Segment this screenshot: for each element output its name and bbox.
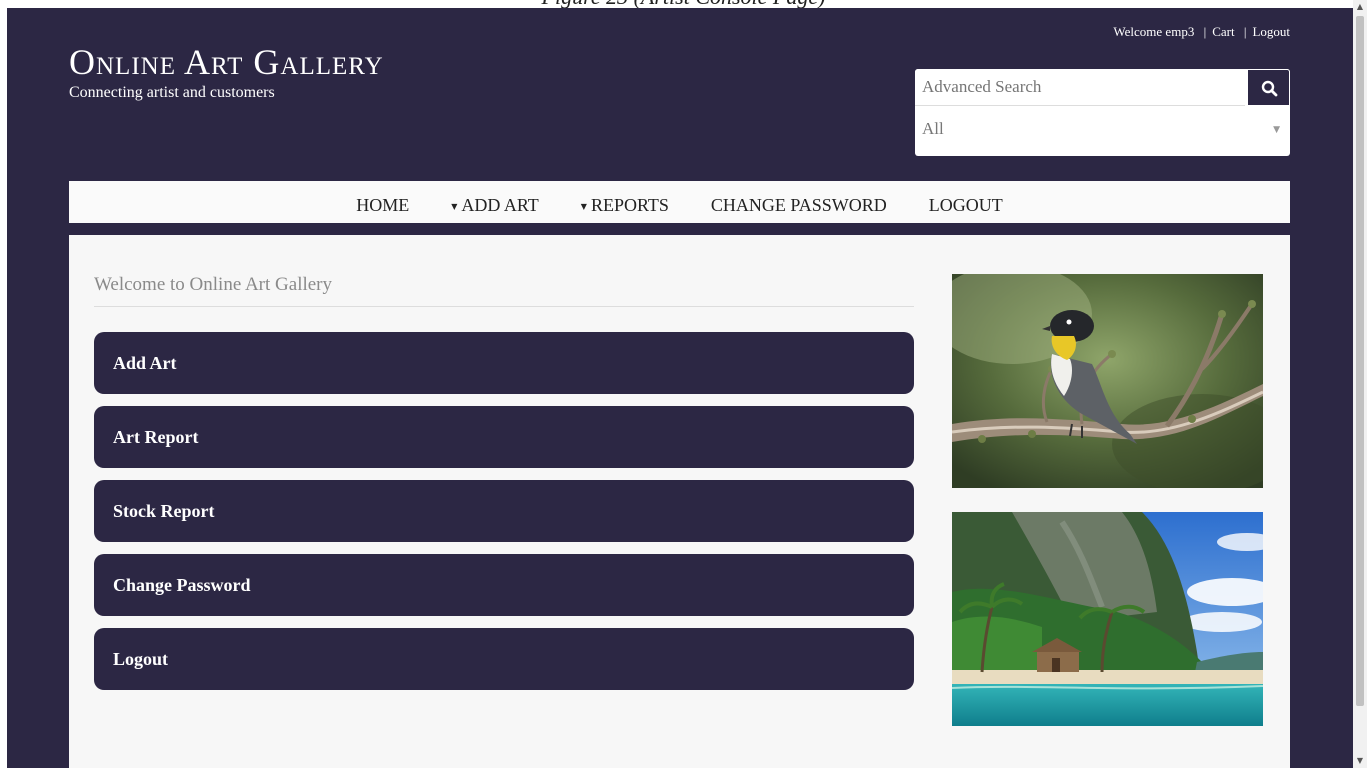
change-password-button[interactable]: Change Password bbox=[94, 554, 914, 616]
bird-image bbox=[952, 274, 1263, 488]
nav-add-art-label: ADD ART bbox=[461, 194, 539, 215]
beach-image bbox=[952, 512, 1263, 726]
nav-home[interactable]: HOME bbox=[356, 195, 409, 216]
cart-link[interactable]: Cart bbox=[1212, 24, 1234, 40]
main-nav: HOME ▼ ADD ART ▼ REPORTS CHANGE PASSWORD L… bbox=[69, 181, 1290, 229]
search-input[interactable] bbox=[915, 69, 1245, 106]
top-links: Welcome emp3 | Cart | Logout bbox=[1113, 24, 1290, 40]
scrollbar-thumb[interactable] bbox=[1356, 16, 1364, 706]
add-art-button[interactable]: Add Art bbox=[94, 332, 914, 394]
art-report-button[interactable]: Art Report bbox=[94, 406, 914, 468]
divider: | bbox=[1243, 24, 1247, 39]
nav-logout[interactable]: LOGOUT bbox=[929, 195, 1003, 216]
figure-caption: Figure 23 (Artist Console Page) bbox=[0, 0, 1367, 8]
scrollbar[interactable]: ▲ ▼ bbox=[1353, 0, 1367, 768]
site-tagline: Connecting artist and customers bbox=[69, 84, 275, 101]
scroll-down-icon[interactable]: ▼ bbox=[1353, 754, 1367, 768]
divider: | bbox=[1203, 24, 1207, 39]
search-button[interactable] bbox=[1247, 69, 1290, 106]
category-selected-value: All bbox=[922, 119, 944, 138]
chevron-down-icon: ▼ bbox=[1273, 125, 1280, 135]
nav-reports-label: REPORTS bbox=[590, 194, 669, 215]
stock-report-button[interactable]: Stock Report bbox=[94, 480, 914, 542]
search-box: All ▼ bbox=[915, 69, 1290, 156]
welcome-heading: Welcome to Online Art Gallery bbox=[94, 274, 914, 307]
nav-reports[interactable]: ▼ REPORTS bbox=[581, 195, 669, 216]
scroll-up-icon[interactable]: ▲ bbox=[1353, 0, 1367, 14]
main-content: Welcome to Online Art Gallery Add Art Ar… bbox=[69, 235, 1290, 768]
caret-down-icon: ▼ bbox=[580, 201, 587, 211]
nav-add-art[interactable]: ▼ ADD ART bbox=[451, 195, 539, 216]
top-logout-link[interactable]: Logout bbox=[1252, 24, 1290, 40]
welcome-text: Welcome emp3 bbox=[1113, 24, 1195, 39]
search-icon bbox=[1261, 80, 1278, 97]
logout-button[interactable]: Logout bbox=[94, 628, 914, 690]
nav-change-password[interactable]: CHANGE PASSWORD bbox=[711, 195, 887, 216]
category-select[interactable]: All ▼ bbox=[915, 107, 1290, 156]
site-title[interactable]: Online Art Gallery bbox=[69, 44, 384, 80]
caret-down-icon: ▼ bbox=[451, 201, 458, 211]
page-frame: Welcome emp3 | Cart | Logout Online Art Ga… bbox=[7, 8, 1353, 768]
